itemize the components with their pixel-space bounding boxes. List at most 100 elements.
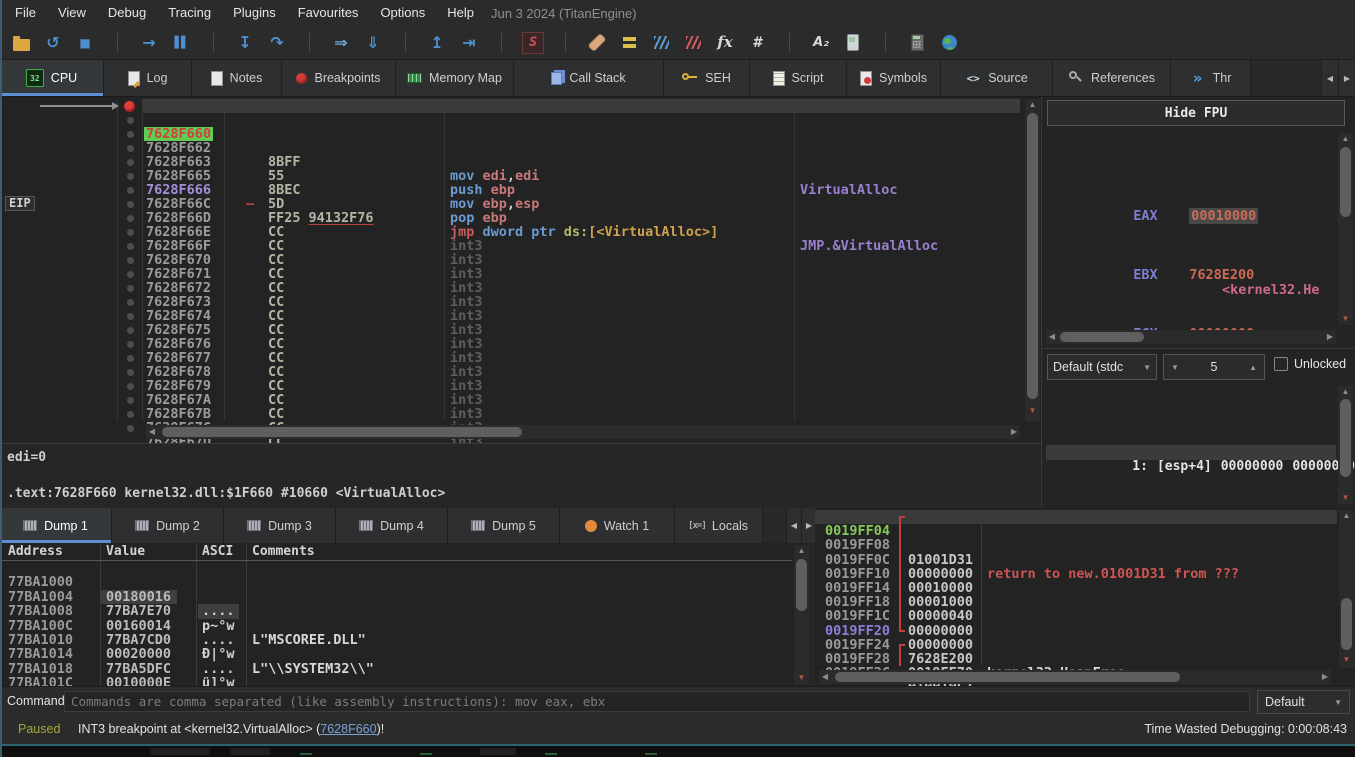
tab-locals[interactable]: [x=] Locals [675, 508, 763, 543]
disasm-row[interactable]: 7628F663 8BEC mov ebp,esp [0, 127, 1020, 141]
stack-vscrollbar[interactable]: ▲ ▼ [1339, 510, 1354, 668]
tab-cpu[interactable]: 32 CPU [0, 60, 104, 96]
tab-breakpoints[interactable]: Breakpoints [282, 60, 396, 96]
disasm-row[interactable]: 7628F67B CC int3 [0, 379, 1020, 393]
registers-vscrollbar[interactable]: ▲ ▼ [1338, 133, 1353, 325]
breakpoint-bullet-icon[interactable] [127, 159, 134, 166]
scroll-down-icon[interactable]: ▼ [1338, 313, 1353, 325]
menu-view[interactable]: View [47, 0, 97, 26]
scroll-down-icon[interactable]: ▼ [1338, 492, 1353, 504]
unlocked-checkbox[interactable]: Unlocked [1274, 357, 1346, 371]
breakpoint-bullet-icon[interactable] [127, 131, 134, 138]
address-link[interactable]: 7628F660 [320, 722, 376, 736]
tab-scroll-right-icon[interactable]: ▶ [801, 508, 816, 543]
breakpoint-bullet-icon[interactable] [127, 215, 134, 222]
scroll-thumb[interactable] [1027, 113, 1038, 399]
breakpoint-bullet-icon[interactable] [127, 145, 134, 152]
dump-vscrollbar[interactable]: ▲ ▼ [794, 545, 809, 684]
tab-scroll-left-icon[interactable]: ◀ [786, 508, 801, 543]
scroll-left-icon[interactable]: ◀ [819, 670, 831, 684]
dump-row[interactable]: 77BA1014 77BA5DFC ü]°w [0, 633, 792, 647]
breakpoint-bullet-icon[interactable] [127, 411, 134, 418]
dump-row[interactable]: 77BA1010 00020000 .... [0, 619, 792, 633]
calculator-icon[interactable] [904, 31, 930, 55]
dump-row[interactable]: 77BA101C 77BA7F90 ..°w L"CONOUT$" [0, 662, 792, 676]
menu-options[interactable]: Options [369, 0, 436, 26]
scroll-down-icon[interactable]: ▼ [794, 672, 809, 684]
column-header-ascii[interactable]: ASCI [202, 543, 233, 560]
dump-row[interactable]: 77BA1004 77BA7E70 p~°w L"MSCOREE.DLL" [0, 575, 792, 589]
tab-memory-map[interactable]: Memory Map [396, 60, 514, 96]
scroll-down-icon[interactable]: ▼ [1025, 405, 1040, 417]
menu-file[interactable]: File [4, 0, 47, 26]
command-profile-select[interactable]: Default ▼ [1257, 690, 1350, 714]
disasm-row[interactable]: 7628F675 CC int3 [0, 295, 1020, 309]
disasm-row[interactable]: 7628F660 8BFF mov edi,edi VirtualAlloc [0, 99, 1020, 113]
scroll-thumb[interactable] [162, 427, 522, 437]
tab-scroll-left-icon[interactable]: ◀ [1321, 60, 1338, 96]
disasm-vscrollbar[interactable]: ▲ ▼ [1025, 99, 1040, 421]
stack-row[interactable]: 0019FF2C 01008040 new.01008040 [815, 652, 1337, 666]
disasm-row[interactable]: 7628F666 — FF2594132F76 jmp dword ptr ds… [0, 155, 1020, 169]
dump-row[interactable]: 77BA1020 0005000C [0, 676, 792, 686]
breakpoint-bullet-icon[interactable] [127, 341, 134, 348]
step-out-icon[interactable]: ↥ [424, 31, 450, 55]
stack-row[interactable]: 0019FF20 7628E200 kernel32.HeapFree [815, 609, 1337, 623]
stack-row[interactable]: 0019FF1C 00000000 [815, 595, 1337, 609]
dump-row[interactable]: 77BA1008 00160014 .... [0, 590, 792, 604]
breakpoint-bullet-icon[interactable] [127, 229, 134, 236]
disasm-row[interactable]: 7628F66D CC int3 [0, 183, 1020, 197]
disasm-row[interactable]: 7628F670 CC int3 [0, 225, 1020, 239]
breakpoint-bullet-icon[interactable] [127, 369, 134, 376]
trace-icon[interactable] [680, 31, 706, 55]
website-icon[interactable] [936, 31, 962, 55]
tab-dump-4[interactable]: Dump 4 [336, 508, 448, 543]
tab-notes[interactable]: Notes [192, 60, 282, 96]
register-row[interactable]: EBX7628E200 <kernel32.He [1052, 253, 1337, 268]
breakpoint-bullet-icon[interactable] [127, 243, 134, 250]
scroll-up-icon[interactable]: ▲ [1338, 133, 1353, 145]
breakpoint-bullet-icon[interactable] [127, 173, 134, 180]
bookmark-icon[interactable] [648, 31, 674, 55]
stack-row[interactable]: 0019FF14 00000040 [815, 567, 1337, 581]
stop-icon[interactable]: ■ [72, 31, 98, 55]
disasm-row[interactable]: 7628F677 CC int3 [0, 323, 1020, 337]
tab-references[interactable]: References [1053, 60, 1171, 96]
log-string-icon[interactable]: S [520, 31, 546, 55]
scroll-left-icon[interactable]: ◀ [1046, 330, 1058, 344]
comment-icon[interactable] [616, 31, 642, 55]
breakpoint-bullet-icon[interactable] [127, 355, 134, 362]
restart-icon[interactable]: ↺ [40, 31, 66, 55]
scroll-up-icon[interactable]: ▲ [1025, 99, 1040, 111]
command-input[interactable] [64, 691, 1250, 712]
step-over-icon[interactable]: ↷ [264, 31, 290, 55]
breakpoint-bullet-icon[interactable] [127, 201, 134, 208]
dump-row[interactable]: 77BA100C 77BA7CD0 Ð|°w L"\\SYSTEM32\\" [0, 604, 792, 618]
disasm-row[interactable]: 7628F671 CC int3 [0, 239, 1020, 253]
scroll-up-icon[interactable]: ▲ [794, 545, 809, 557]
tab-script[interactable]: Script [750, 60, 847, 96]
scroll-thumb[interactable] [1340, 147, 1351, 217]
column-header-address[interactable]: Address [8, 543, 63, 560]
run-icon[interactable]: → [136, 31, 162, 55]
scroll-left-icon[interactable]: ◀ [146, 425, 158, 439]
fonts-icon[interactable]: A₂ [808, 31, 834, 55]
disasm-row[interactable]: 7628F67C CC int3 [0, 393, 1020, 407]
stack-row[interactable]: 0019FF04 01001D31 return to new.01001D31… [815, 510, 1337, 524]
stack-row[interactable]: 0019FF18 00000000 [815, 581, 1337, 595]
hash-icon[interactable]: # [744, 31, 770, 55]
argument-row[interactable]: 1:[esp+4]0000000000000000 [1046, 445, 1336, 460]
scroll-thumb[interactable] [1340, 399, 1351, 477]
disasm-row[interactable]: 7628F674 CC int3 [0, 281, 1020, 295]
hide-fpu-button[interactable]: Hide FPU [1047, 100, 1345, 126]
functions-icon[interactable]: fx [712, 31, 738, 55]
disasm-row[interactable]: 7628F66C CC int3 [0, 169, 1020, 183]
scroll-right-icon[interactable]: ▶ [1319, 670, 1331, 684]
tab-scroll-right-icon[interactable]: ▶ [1338, 60, 1355, 96]
disasm-row[interactable]: 7628F67D CC int3 [0, 407, 1020, 421]
stepper-down-icon[interactable]: ▼ [1171, 363, 1179, 372]
column-header-value[interactable]: Value [106, 543, 145, 560]
disasm-row[interactable]: 7628F662 55 push ebp [0, 113, 1020, 127]
open-file-icon[interactable] [8, 31, 34, 55]
breakpoint-bullet-icon[interactable] [127, 187, 134, 194]
